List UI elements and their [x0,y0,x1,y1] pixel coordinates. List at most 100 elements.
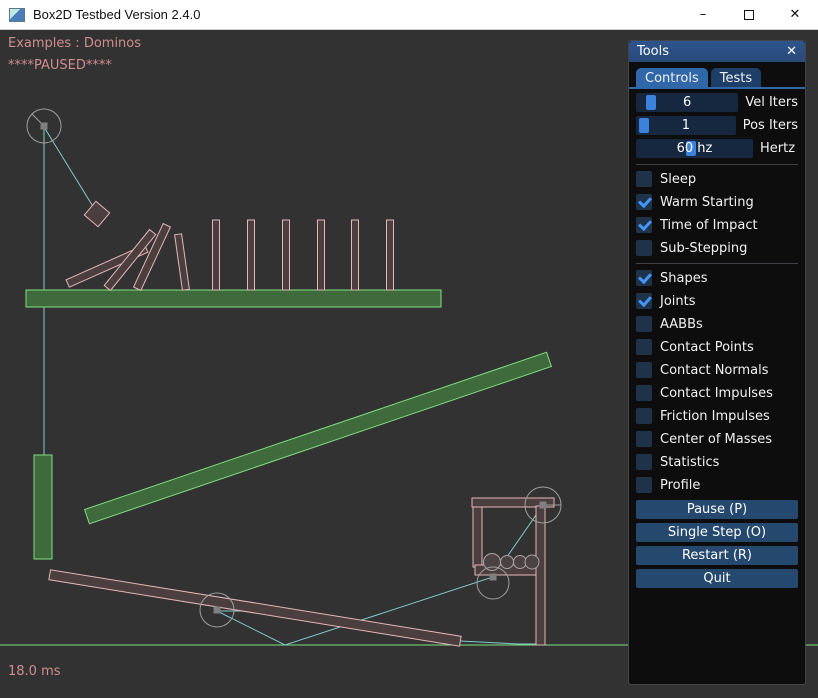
app-window: Box2D Testbed Version 2.4.0 – ✕ Examples… [0,0,818,698]
slider-label: Vel Iters [745,95,798,110]
tools-panel-titlebar[interactable]: Tools ✕ [629,41,805,62]
statistics-checkbox[interactable] [636,454,652,470]
dominos-platform [26,290,441,307]
checkbox-label: Contact Normals [660,363,769,378]
checkbox-label: Time of Impact [660,218,758,233]
contact-impulses-checkbox[interactable] [636,385,652,401]
maximize-icon [744,10,754,20]
domino-upright-7 [387,220,394,290]
single-step-button[interactable]: Single Step (O) [636,523,798,542]
friction-impulses-checkbox[interactable] [636,408,652,424]
checkbox-row-sub-stepping[interactable]: Sub-Stepping [636,240,798,256]
domino-upright-2 [213,220,220,290]
example-label: Examples : Dominos [8,36,141,51]
domino-upright-4 [283,220,290,290]
checkbox-label: Profile [660,478,700,493]
restart-button[interactable]: Restart (R) [636,546,798,565]
vertical-pillar [34,455,52,559]
checkbox-label: Center of Masses [660,432,772,447]
hertz-row: 60 hz Hertz [636,139,798,158]
ball-2 [501,556,514,569]
pause-button[interactable]: Pause (P) [636,500,798,519]
panel-close-icon[interactable]: ✕ [786,45,797,58]
seesaw-anchor-point [214,607,221,614]
frame-left-post [473,507,482,567]
vel-iters-slider[interactable]: 6 [636,93,738,112]
warm-starting-checkbox[interactable] [636,194,652,210]
contact-points-checkbox[interactable] [636,339,652,355]
pos-iters-slider[interactable]: 1 [636,116,736,135]
checkbox-row-statistics[interactable]: Statistics [636,454,798,470]
checkbox-label: Statistics [660,455,719,470]
window-titlebar[interactable]: Box2D Testbed Version 2.4.0 – ✕ [0,0,818,30]
domino-upright-1 [175,234,190,290]
checkbox-row-contact-normals[interactable]: Contact Normals [636,362,798,378]
pos-iters-row: 1 Pos Iters [636,116,798,135]
checkbox-label: Warm Starting [660,195,754,210]
checkbox-label: Contact Points [660,340,754,355]
checkbox-row-sleep[interactable]: Sleep [636,171,798,187]
frame-anchor-point-top [540,502,547,509]
shapes-checkbox[interactable] [636,270,652,286]
hertz-slider[interactable]: 60 hz [636,139,753,158]
checkbox-label: Joints [660,294,696,309]
profile-checkbox[interactable] [636,477,652,493]
tab-tests[interactable]: Tests [711,68,761,87]
checkbox-label: Friction Impulses [660,409,770,424]
button-stack: Pause (P) Single Step (O) Restart (R) Qu… [636,500,798,588]
contact-normals-checkbox[interactable] [636,362,652,378]
panel-content: 6 Vel Iters 1 Pos Iters 60 hz Hertz [629,89,805,588]
checkbox-row-joints[interactable]: Joints [636,293,798,309]
checkbox-label: AABBs [660,317,703,332]
slider-label: Hertz [760,141,795,156]
ground-rope-line [460,641,545,644]
checkbox-row-center-of-masses[interactable]: Center of Masses [636,431,798,447]
checkbox-row-contact-points[interactable]: Contact Points [636,339,798,355]
slider-value: 1 [636,118,736,133]
slider-value: 60 hz [636,141,753,156]
sub-stepping-checkbox[interactable] [636,240,652,256]
checkbox-label: Sub-Stepping [660,241,747,256]
domino-upright-6 [352,220,359,290]
checkbox-label: Contact Impulses [660,386,773,401]
window-title: Box2D Testbed Version 2.4.0 [33,7,200,22]
app-icon [9,8,25,22]
checkbox-label: Shapes [660,271,707,286]
maximize-button[interactable] [726,0,772,29]
joints-checkbox[interactable] [636,293,652,309]
ball-4 [525,555,539,569]
sleep-checkbox[interactable] [636,171,652,187]
checkbox-row-contact-impulses[interactable]: Contact Impulses [636,385,798,401]
tab-controls[interactable]: Controls [636,68,708,87]
slider-value: 6 [636,95,738,110]
domino-upright-3 [248,220,255,290]
slider-label: Pos Iters [743,118,798,133]
tools-panel-title: Tools [637,44,669,59]
frame-time-label: 18.0 ms [8,664,61,679]
minimize-button[interactable]: – [680,0,726,29]
aabbs-checkbox[interactable] [636,316,652,332]
checkbox-row-warm-starting[interactable]: Warm Starting [636,194,798,210]
frame-anchor-point-bottom [490,574,497,581]
tabbar: Controls Tests [629,62,805,89]
pendulum-anchor-point [41,123,48,130]
checkbox-label: Sleep [660,172,696,187]
tools-panel: Tools ✕ Controls Tests 6 Vel Iters 1 Pos… [628,40,806,685]
frame-right-post [536,506,545,645]
checkbox-row-shapes[interactable]: Shapes [636,270,798,286]
vel-iters-row: 6 Vel Iters [636,93,798,112]
checkbox-row-profile[interactable]: Profile [636,477,798,493]
domino-upright-5 [318,220,325,290]
window-controls: – ✕ [680,0,818,29]
close-button[interactable]: ✕ [772,0,818,29]
pendulum-rope-diagonal [44,127,97,213]
checkbox-row-aabbs[interactable]: AABBs [636,316,798,332]
checkbox-row-time-of-impact[interactable]: Time of Impact [636,217,798,233]
time-of-impact-checkbox[interactable] [636,217,652,233]
paused-label: ****PAUSED**** [8,58,112,73]
quit-button[interactable]: Quit [636,569,798,588]
center-of-masses-checkbox[interactable] [636,431,652,447]
separator [636,164,798,165]
checkbox-row-friction-impulses[interactable]: Friction Impulses [636,408,798,424]
pendulum-bob [84,201,109,226]
